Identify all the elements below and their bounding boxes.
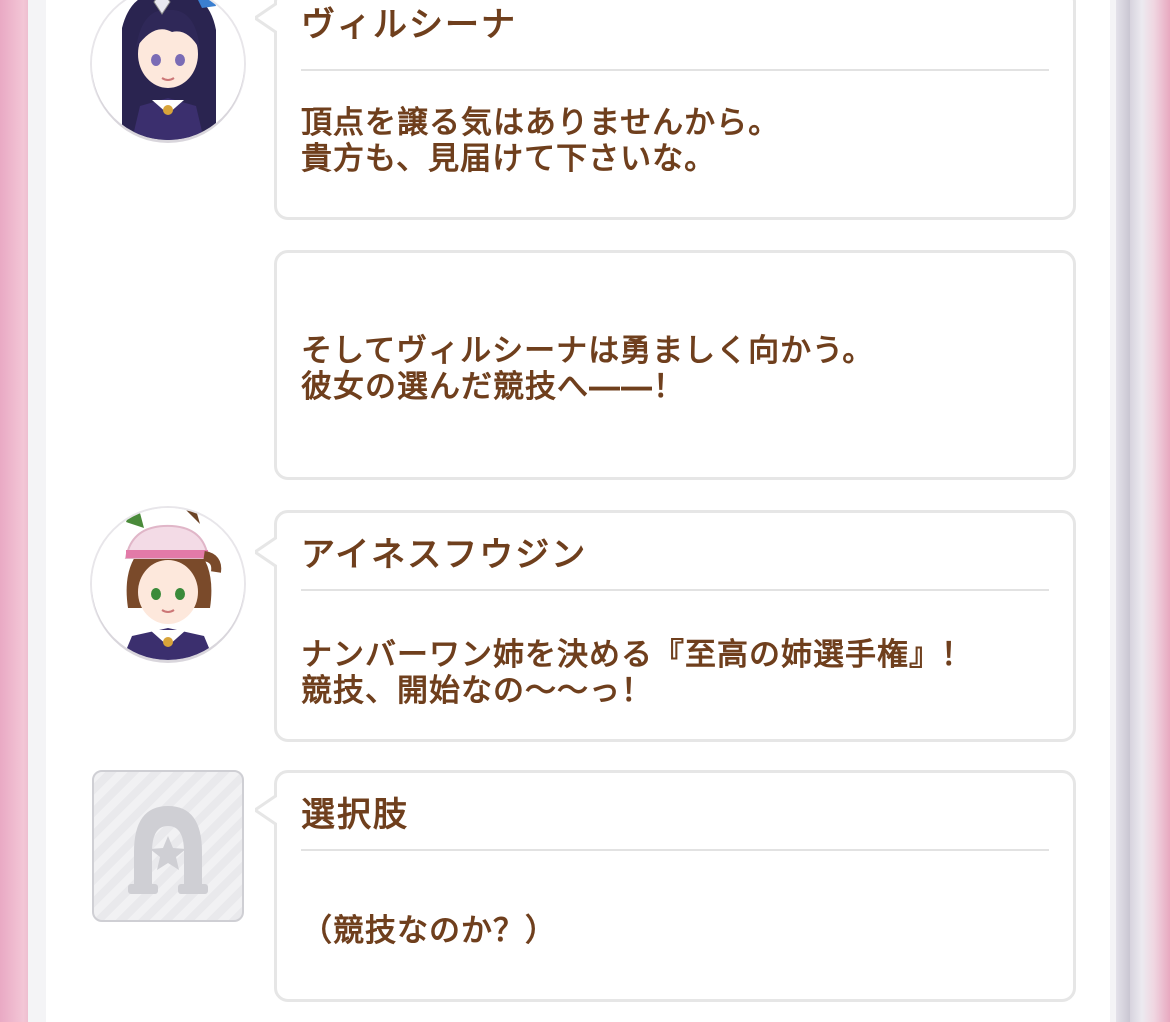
- choice-bubble[interactable]: 選択肢 （競技なのか？）: [255, 770, 1076, 1002]
- narration-bubble: そしてヴィルシーナは勇ましく向かう。 彼女の選んだ競技へ――！: [274, 250, 1076, 480]
- ines-fujin-character-avatar: [92, 508, 244, 660]
- speaker-avatar-ines-fujin: [92, 508, 244, 660]
- scrollbar-track[interactable]: [1116, 0, 1130, 1022]
- choice-label: 選択肢: [301, 795, 409, 835]
- choice-avatar: [92, 770, 244, 922]
- name-divider: [301, 849, 1049, 851]
- horseshoe-star-icon: [128, 806, 208, 894]
- dialogue-text: ナンバーワン姉を決める『至高の姉選手権』！ 競技、開始なの～～っ！: [301, 637, 973, 709]
- speech-tail-icon: [255, 795, 277, 825]
- name-divider: [301, 69, 1049, 71]
- speech-tail-icon: [255, 3, 277, 33]
- speech-tail-icon: [255, 537, 277, 567]
- name-divider: [301, 589, 1049, 591]
- speaker-name: アイネスフウジン: [301, 535, 588, 575]
- dialogue-bubble-ines-fujin: アイネスフウジン ナンバーワン姉を決める『至高の姉選手権』！ 競技、開始なの～～…: [255, 510, 1076, 742]
- narration-text: そしてヴィルシーナは勇ましく向かう。 彼女の選んだ競技へ――！: [301, 333, 875, 405]
- dialogue-text: 頂点を譲る気はありませんから。 貴方も、見届けて下さいな。: [301, 105, 781, 177]
- dialogue-bubble-vivlos: ヴィルシーナ 頂点を譲る気はありませんから。 貴方も、見届けて下さいな。: [255, 0, 1076, 220]
- choice-text: （競技なのか？）: [301, 913, 557, 949]
- background-right-edge: [1130, 0, 1170, 1022]
- speaker-name: ヴィルシーナ: [301, 5, 517, 45]
